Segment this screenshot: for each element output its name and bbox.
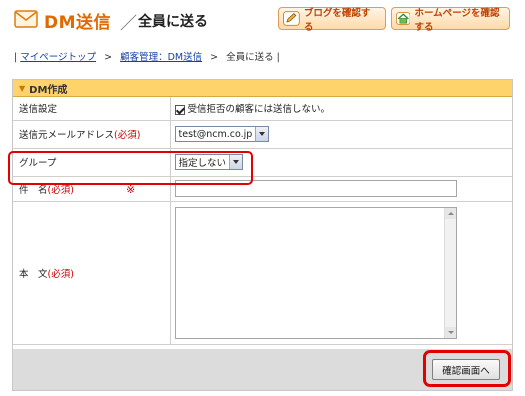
reject-checkbox-label: 受信拒否の顧客には送信しない。 [187, 104, 331, 116]
from-address-value: test@ncm.co.jp [178, 128, 253, 140]
check-blog-button[interactable]: ブログを確認する [278, 7, 386, 33]
breadcrumb-customer-dm-link[interactable]: 顧客管理：DM送信 [120, 52, 202, 63]
breadcrumb: | マイページトップ > 顧客管理：DM送信 > 全員に送る | [14, 52, 280, 63]
required-mark: (必須) [114, 130, 141, 141]
textarea-scrollbar[interactable] [443, 207, 456, 338]
body-label: 本 文 [19, 268, 48, 280]
from-address-select[interactable]: test@ncm.co.jp [174, 126, 270, 142]
required-mark: (必須) [47, 268, 74, 280]
row-send-setting: 送信設定 受信拒否の顧客には送信しない。 [13, 97, 512, 121]
group-highlight [8, 151, 253, 185]
dropdown-arrow-icon [255, 127, 269, 141]
row-from-address: 送信元メールアドレス(必須) test@ncm.co.jp [13, 120, 512, 149]
row-body: 本 文(必須) [13, 201, 512, 345]
check-blog-label: ブログを確認する [303, 7, 371, 33]
breadcrumb-separator: > [210, 52, 219, 63]
pencil-icon [283, 11, 300, 26]
scroll-down-icon[interactable] [444, 326, 456, 338]
dm-compose-panel: ▼ DM作成 送信設定 受信拒否の顧客には送信しない。 送信元メールアドレス(必… [12, 79, 513, 391]
send-setting-label: 送信設定 [13, 97, 171, 121]
page-header: DM送信 ／ 全員に送る ブログを確認する ホームページを確認する [0, 0, 525, 44]
chevron-down-icon: ▼ [19, 83, 26, 93]
check-homepage-label: ホームページを確認する [414, 7, 500, 33]
breadcrumb-current: 全員に送る [226, 52, 274, 63]
title-separator: ／ [120, 14, 137, 34]
breadcrumb-separator: > [104, 52, 113, 63]
scroll-up-icon[interactable] [444, 207, 456, 219]
dm-form: 送信設定 受信拒否の顧客には送信しない。 送信元メールアドレス(必須) test… [13, 97, 512, 345]
confirm-highlight [423, 350, 511, 387]
page-subtitle: 全員に送る [138, 14, 208, 30]
mail-icon [14, 10, 38, 28]
from-address-label: 送信元メールアドレス [19, 130, 115, 141]
panel-header: ▼ DM作成 [13, 80, 512, 97]
body-textarea[interactable] [174, 206, 457, 339]
check-homepage-button[interactable]: ホームページを確認する [391, 7, 510, 33]
panel-title: DM作成 [29, 84, 68, 96]
breadcrumb-mypage-link[interactable]: マイページトップ [20, 52, 96, 63]
reject-checkbox[interactable] [174, 104, 185, 115]
subject-label: 件 名 [19, 184, 48, 196]
home-icon [396, 12, 411, 25]
required-mark: (必須) [47, 184, 74, 196]
page-title: DM送信 [44, 13, 112, 33]
